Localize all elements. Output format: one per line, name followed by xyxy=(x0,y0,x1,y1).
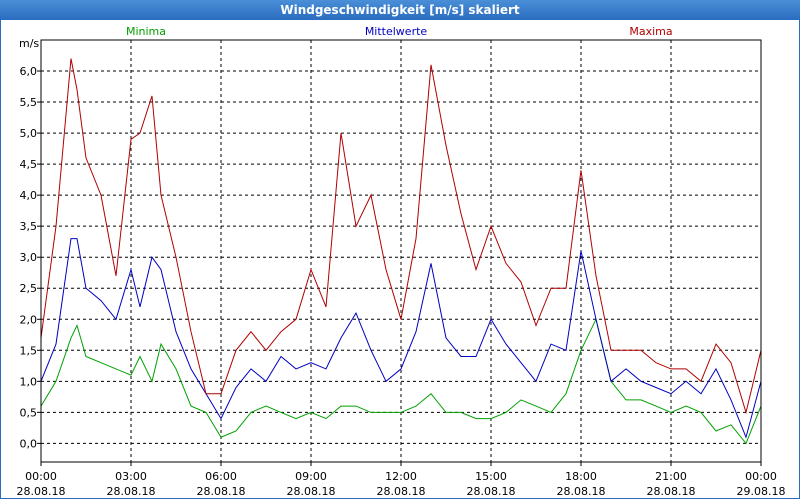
wind-speed-chart: 0,00,51,01,52,02,53,03,54,04,55,05,56,0 … xyxy=(17,25,786,498)
y-tick-label: 2,5 xyxy=(20,282,38,295)
chart-area: 0,0 0,5 1,0 1,5 2,0 2,5 3,0 3,5 4,0 4,5 5,0 5,5 6,0 … xyxy=(0,20,800,499)
y-tick-label: 5,0 xyxy=(20,127,38,140)
x-tick-label-date: 28.08.18 xyxy=(17,485,66,498)
x-tick-label-date: 28.08.18 xyxy=(557,485,606,498)
grid xyxy=(41,40,761,462)
y-tick-label: 4,5 xyxy=(20,158,38,171)
y-axis-label: m/s xyxy=(19,37,39,50)
x-tick-label-time: 12:00 xyxy=(385,470,417,483)
x-tick-label-time: 18:00 xyxy=(565,470,597,483)
y-tick-label: 1,5 xyxy=(20,344,38,357)
x-tick-label-time: 21:00 xyxy=(655,470,687,483)
x-tick-label-time: 09:00 xyxy=(295,470,327,483)
y-axis: 0,0 0,5 1,0 1,5 2,0 2,5 3,0 3,5 4,0 4,5 5,0 5,5 6,0 xyxy=(20,65,41,450)
x-axis: 00:00 28.08.18 03:00 28.08.18 06:00 28.08.18 0… xyxy=(17,462,786,498)
x-tick-label-date: 29.08.18 xyxy=(737,485,786,498)
x-tick-label-date: 28.08.18 xyxy=(287,485,336,498)
legend: Minima Mittelwerte Maxima xyxy=(126,25,673,38)
legend-item-mittelwerte: Mittelwerte xyxy=(365,25,428,38)
x-tick-label-time: 03:00 xyxy=(115,470,147,483)
y-tick-label: 3,5 xyxy=(20,220,38,233)
y-tick-label: 4,0 xyxy=(20,189,38,202)
y-tick-label: 0,5 xyxy=(20,406,38,419)
x-tick-label-time: 00:00 xyxy=(25,470,57,483)
x-tick-label-date: 28.08.18 xyxy=(107,485,156,498)
legend-item-maxima: Maxima xyxy=(629,25,672,38)
x-tick-label-time: 06:00 xyxy=(205,470,237,483)
y-tick-label: 0,0 xyxy=(20,437,38,450)
y-tick-label: 1,0 xyxy=(20,375,38,388)
x-tick-label-date: 28.08.18 xyxy=(197,485,246,498)
legend-item-minima: Minima xyxy=(126,25,166,38)
window-title: Windgeschwindigkeit [m/s] skaliert xyxy=(0,0,800,20)
y-tick-label: 3,0 xyxy=(20,251,38,264)
x-tick-label-date: 28.08.18 xyxy=(377,485,426,498)
y-tick-label: 6,0 xyxy=(20,65,38,78)
y-tick-label: 2,0 xyxy=(20,313,38,326)
x-tick-label-date: 28.08.18 xyxy=(467,485,516,498)
x-tick-label-time: 00:00 xyxy=(745,470,777,483)
x-tick-label-date: 28.08.18 xyxy=(647,485,696,498)
x-tick-label-time: 15:00 xyxy=(475,470,507,483)
y-tick-label: 5,5 xyxy=(20,96,38,109)
